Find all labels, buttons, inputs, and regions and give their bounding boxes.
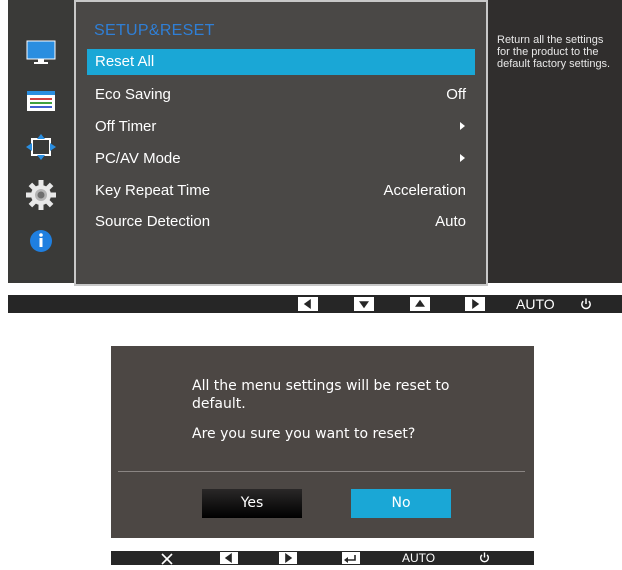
menu-item-label: PC/AV Mode — [95, 150, 181, 167]
enter-button[interactable] — [342, 552, 360, 564]
menu-panel — [74, 0, 488, 286]
menu-item-label: Eco Saving — [95, 86, 171, 103]
menu-item-label: Source Detection — [95, 213, 211, 230]
menu-item-label: Reset All — [95, 53, 155, 70]
left-button[interactable] — [298, 297, 318, 311]
power-icon[interactable] — [479, 552, 490, 563]
picture-icon[interactable] — [26, 40, 56, 66]
osd-sidebar — [8, 0, 74, 283]
close-button[interactable] — [158, 552, 176, 565]
submenu-arrow-icon — [460, 122, 465, 130]
left-icon — [224, 553, 232, 563]
auto-button[interactable]: AUTO — [402, 551, 435, 565]
up-icon — [415, 299, 425, 307]
menu-item-value: Auto — [435, 213, 466, 230]
menu-item-label: Key Repeat Time — [95, 182, 211, 199]
menu-item-label: Off Timer — [95, 118, 157, 135]
menu-item-value: Acceleration — [383, 182, 466, 199]
up-button[interactable] — [410, 297, 430, 311]
dialog-message: All the menu settings will be reset to d… — [192, 378, 450, 412]
setup-gear-icon[interactable] — [26, 180, 56, 210]
help-panel: Return all the settings for the product … — [488, 0, 622, 283]
menu-item-key-repeat-time[interactable]: Key Repeat Time Acceleration — [87, 178, 475, 204]
menu-item-reset-all[interactable]: Reset All — [87, 49, 475, 75]
enter-icon — [344, 555, 356, 563]
yes-button[interactable]: Yes — [202, 489, 302, 518]
down-icon — [359, 301, 369, 309]
power-icon[interactable] — [580, 298, 592, 310]
size-position-icon[interactable] — [26, 134, 56, 160]
left-icon — [303, 299, 311, 309]
submenu-arrow-icon — [460, 154, 465, 162]
left-button[interactable] — [220, 552, 238, 564]
dialog-question: Are you sure you want to reset? — [192, 426, 416, 442]
menu-item-off-timer[interactable]: Off Timer — [87, 114, 475, 140]
auto-button[interactable]: AUTO — [516, 296, 555, 312]
reset-confirm-dialog — [111, 346, 534, 538]
right-button[interactable] — [465, 297, 485, 311]
dialog-divider — [118, 471, 525, 472]
down-button[interactable] — [354, 297, 374, 311]
color-icon[interactable] — [26, 88, 56, 114]
menu-item-value: Off — [446, 86, 466, 103]
no-button[interactable]: No — [351, 489, 451, 518]
information-icon[interactable] — [26, 228, 56, 254]
close-icon — [161, 553, 173, 565]
menu-item-eco-saving[interactable]: Eco Saving Off — [87, 82, 475, 108]
menu-title: SETUP&RESET — [94, 22, 215, 39]
menu-item-source-detection[interactable]: Source Detection Auto — [87, 209, 475, 235]
right-button[interactable] — [279, 552, 297, 564]
right-icon — [472, 299, 480, 309]
help-text: Return all the settings for the product … — [497, 34, 611, 70]
menu-item-pc-av-mode[interactable]: PC/AV Mode — [87, 146, 475, 172]
right-icon — [285, 553, 293, 563]
